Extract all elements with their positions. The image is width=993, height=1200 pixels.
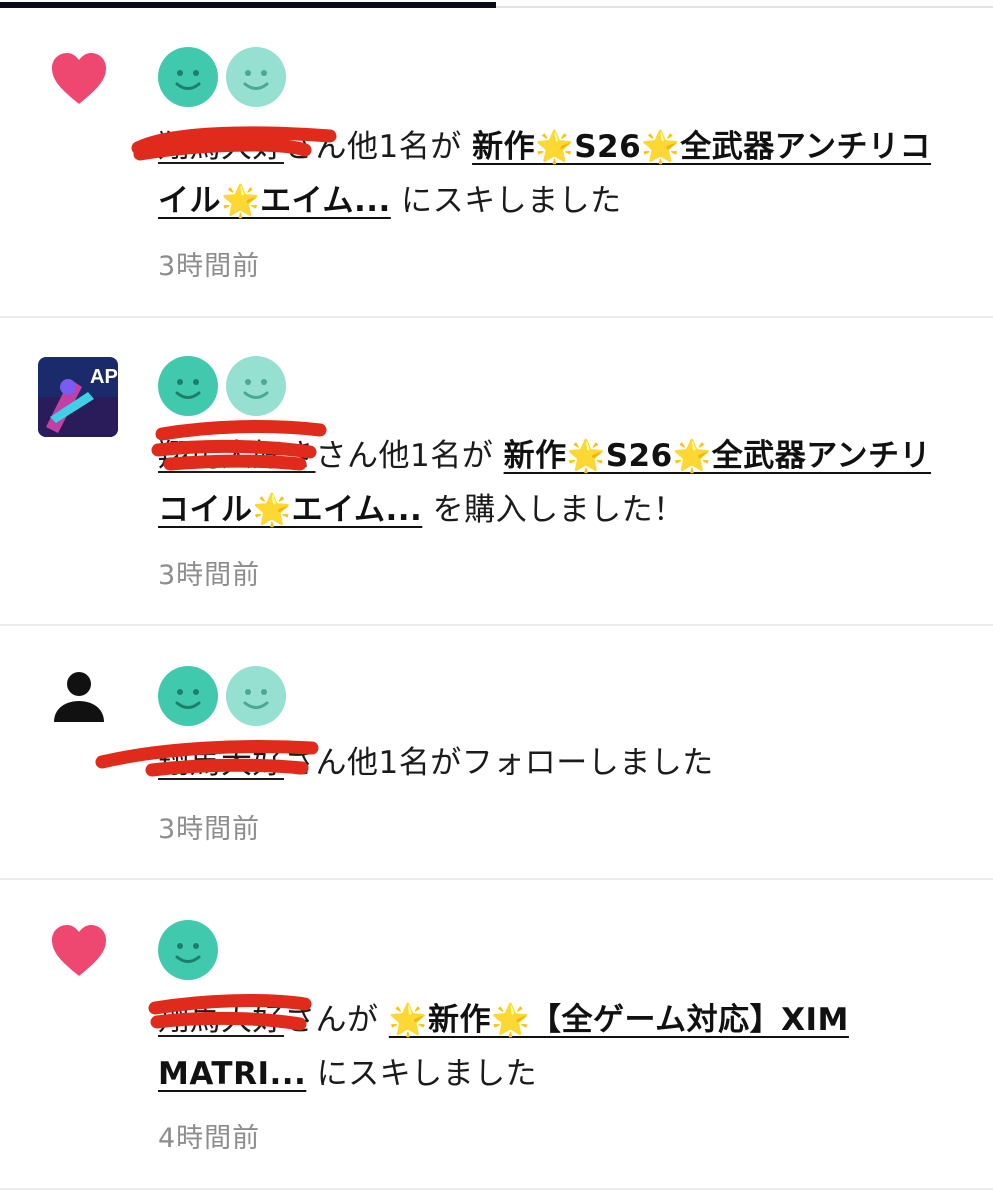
heart-icon — [50, 924, 108, 978]
user-name-link[interactable]: 翔馬大好 — [158, 129, 284, 165]
avatar[interactable] — [226, 47, 286, 107]
heart-icon — [50, 52, 108, 106]
notification-message: 翔馬大好さん他1名が 新作🌟S26🌟全武器アンチリコイル🌟エイム... にスキし… — [158, 120, 948, 228]
avatar-group — [158, 47, 288, 109]
divider — [0, 624, 993, 626]
action-text: にスキしました — [316, 1056, 538, 1092]
person-icon — [52, 670, 106, 724]
article-thumbnail[interactable]: AP — [38, 357, 118, 437]
avatar[interactable] — [158, 666, 218, 726]
timestamp: 4時間前 — [158, 1123, 261, 1154]
avatar[interactable] — [226, 356, 286, 416]
timestamp: 3時間前 — [158, 251, 261, 282]
timestamp: 3時間前 — [158, 814, 261, 845]
divider — [0, 316, 993, 318]
thumbnail-text: AP — [90, 366, 118, 388]
avatar[interactable] — [158, 920, 218, 980]
actor-text: さん他1名がフォローしました — [284, 745, 714, 781]
tab-indicator — [0, 0, 993, 8]
notification-message: 翔馬大好きさん他1名が 新作🌟S26🌟全武器アンチリコイル🌟エイム... を購入… — [158, 429, 948, 537]
notification-message: 翔馬大好さん他1名がフォローしました — [158, 736, 948, 790]
action-text: を購入しました！ — [432, 492, 685, 528]
user-name-link[interactable]: 翔馬大好き — [158, 438, 316, 474]
actor-text: さん他1名が — [315, 438, 494, 474]
user-name-link[interactable]: 翔馬大好 — [158, 1002, 284, 1038]
divider — [0, 878, 993, 880]
action-text: にスキしました — [401, 183, 622, 219]
tab-active-indicator — [0, 2, 496, 8]
divider — [0, 1188, 993, 1190]
notification-message: 翔馬大好さんが 🌟新作🌟【全ゲーム対応】XIM MATRI... にスキしました — [158, 993, 948, 1101]
actor-text: さんが — [284, 1002, 379, 1038]
timestamp: 3時間前 — [158, 560, 261, 591]
avatar-group — [158, 920, 220, 982]
avatar[interactable] — [226, 666, 286, 726]
avatar[interactable] — [158, 356, 218, 416]
actor-text: さん他1名が — [284, 129, 462, 165]
avatar-group — [158, 666, 288, 728]
user-name-link[interactable]: 翔馬大好 — [158, 745, 284, 781]
avatar[interactable] — [158, 47, 218, 107]
avatar-group — [158, 356, 288, 418]
